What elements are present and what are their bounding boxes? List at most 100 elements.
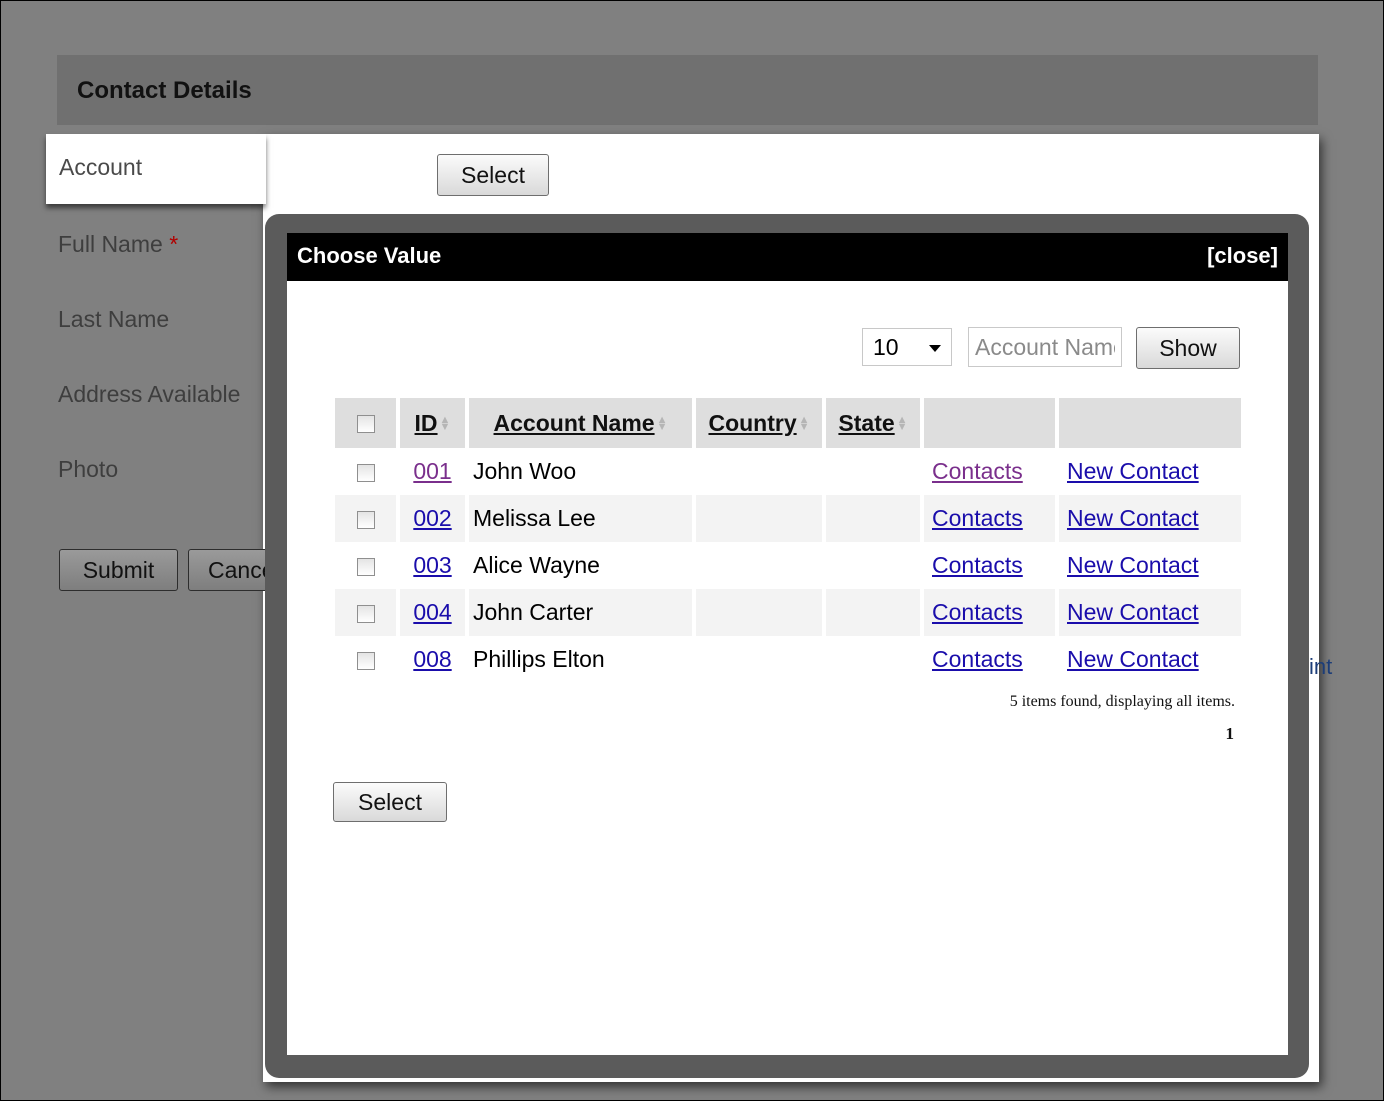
id-link[interactable]: 004	[413, 599, 451, 625]
contacts-cell: Contacts	[924, 589, 1055, 636]
current-page-number: 1	[1225, 724, 1235, 743]
id-link[interactable]: 003	[413, 552, 451, 578]
state-cell	[826, 495, 920, 542]
form-title-bar: Contact Details	[57, 55, 1318, 125]
contacts-cell: Contacts	[924, 495, 1055, 542]
id-link[interactable]: 001	[413, 458, 451, 484]
id-cell: 002	[400, 495, 465, 542]
account-name-search-input[interactable]	[968, 327, 1122, 367]
table-header-row: ID ▲ ▼ Account Name ▲ ▼ Country ▲ ▼ State ▲ ▼	[335, 398, 1241, 448]
table-row: 008 Phillips Elton Contacts New Contact	[335, 636, 1241, 683]
row-checkbox-cell	[335, 636, 396, 683]
country-cell	[696, 636, 822, 683]
account-name-cell: Alice Wayne	[473, 552, 600, 578]
page-size-select[interactable]: 10	[862, 328, 952, 366]
contacts-column-header	[924, 398, 1055, 448]
table-row: 001 John Woo Contacts New Contact	[335, 448, 1241, 495]
last-name-label: Last Name	[58, 306, 170, 332]
full-name-label-text: Full Name	[58, 231, 163, 257]
state-cell	[826, 448, 920, 495]
country-cell	[696, 542, 822, 589]
row-checkbox[interactable]	[356, 463, 375, 482]
sort-icon: ▲ ▼	[896, 414, 908, 434]
new-contact-column-header	[1059, 398, 1241, 448]
account-name-cell: Melissa Lee	[469, 495, 692, 542]
account-name-cell: Phillips Elton	[473, 646, 605, 672]
country-header-label: Country	[708, 409, 797, 436]
show-button[interactable]: Show	[1136, 327, 1240, 369]
contacts-cell: Contacts	[924, 448, 1055, 495]
id-link[interactable]: 002	[413, 505, 451, 531]
close-button[interactable]: [close]	[1207, 243, 1278, 269]
new-contact-link[interactable]: New Contact	[1067, 505, 1199, 531]
account-select-button[interactable]: Select	[437, 154, 549, 196]
contacts-cell: Contacts	[924, 636, 1055, 683]
select-all-header	[335, 398, 396, 448]
id-cell: 008	[400, 636, 465, 683]
id-cell: 004	[400, 589, 465, 636]
new-contact-cell: New Contact	[1059, 495, 1241, 542]
modal-select-button[interactable]: Select	[333, 782, 447, 822]
state-column-header[interactable]: State ▲ ▼	[826, 398, 920, 448]
id-link[interactable]: 008	[413, 646, 451, 672]
row-checkbox[interactable]	[356, 510, 375, 529]
sort-icon: ▲ ▼	[656, 414, 668, 434]
sort-icon: ▲ ▼	[798, 414, 810, 434]
id-header-label: ID	[414, 409, 438, 436]
state-header-label: State	[838, 409, 895, 436]
new-contact-link[interactable]: New Contact	[1067, 458, 1199, 484]
row-checkbox[interactable]	[356, 604, 375, 623]
new-contact-cell: New Contact	[1059, 589, 1241, 636]
row-checkbox-cell	[335, 448, 396, 495]
contacts-link[interactable]: Contacts	[932, 458, 1023, 484]
table-row: 004 John Carter Contacts New Contact	[335, 589, 1241, 636]
account-row: Account	[46, 134, 266, 204]
id-cell: 003	[400, 542, 465, 589]
select-all-checkbox[interactable]	[356, 415, 375, 434]
required-mark: *	[169, 231, 179, 257]
row-checkbox-cell	[335, 589, 396, 636]
modal-title: Choose Value	[297, 243, 442, 268]
chevron-down-icon	[929, 345, 941, 352]
form-title: Contact Details	[77, 77, 252, 104]
country-cell	[696, 448, 822, 495]
row-checkbox[interactable]	[356, 651, 375, 670]
address-available-label: Address Available	[58, 381, 241, 407]
submit-button[interactable]: Submit	[59, 549, 178, 591]
sort-icon: ▲ ▼	[439, 414, 451, 434]
country-column-header[interactable]: Country ▲ ▼	[696, 398, 822, 448]
contacts-link[interactable]: Contacts	[932, 552, 1023, 578]
contacts-link[interactable]: Contacts	[932, 505, 1023, 531]
country-cell	[696, 495, 822, 542]
row-checkbox-cell	[335, 542, 396, 589]
row-checkbox[interactable]	[356, 557, 375, 576]
account-name-cell: John Carter	[469, 589, 692, 636]
state-cell	[826, 542, 920, 589]
results-summary: 5 items found, displaying all items.	[1009, 693, 1235, 710]
contacts-cell: Contacts	[924, 542, 1055, 589]
state-cell	[826, 589, 920, 636]
account-label: Account	[59, 154, 143, 180]
account-name-cell: John Woo	[473, 458, 577, 484]
id-cell: 001	[400, 448, 465, 495]
page-size-value: 10	[873, 334, 899, 360]
new-contact-link[interactable]: New Contact	[1067, 599, 1199, 625]
account-name-column-header[interactable]: Account Name ▲ ▼	[469, 398, 692, 448]
account-name-header-label: Account Name	[493, 409, 655, 436]
table-row: 002 Melissa Lee Contacts New Contact	[335, 495, 1241, 542]
id-column-header[interactable]: ID ▲ ▼	[400, 398, 465, 448]
new-contact-link[interactable]: New Contact	[1067, 646, 1199, 672]
accounts-table: ID ▲ ▼ Account Name ▲ ▼ Country ▲ ▼ State ▲ ▼ 00…	[331, 398, 1245, 683]
new-contact-cell: New Contact	[1059, 636, 1241, 683]
country-cell	[696, 589, 822, 636]
new-contact-cell: New Contact	[1059, 542, 1241, 589]
new-contact-cell: New Contact	[1059, 448, 1241, 495]
contacts-link[interactable]: Contacts	[932, 599, 1023, 625]
new-contact-link[interactable]: New Contact	[1067, 552, 1199, 578]
photo-label: Photo	[58, 456, 119, 482]
state-cell	[826, 636, 920, 683]
page-background: Contact Details Account Select Full Name…	[0, 0, 1384, 1101]
table-row: 003 Alice Wayne Contacts New Contact	[335, 542, 1241, 589]
modal-header: Choose Value [close]	[287, 233, 1288, 281]
contacts-link[interactable]: Contacts	[932, 646, 1023, 672]
